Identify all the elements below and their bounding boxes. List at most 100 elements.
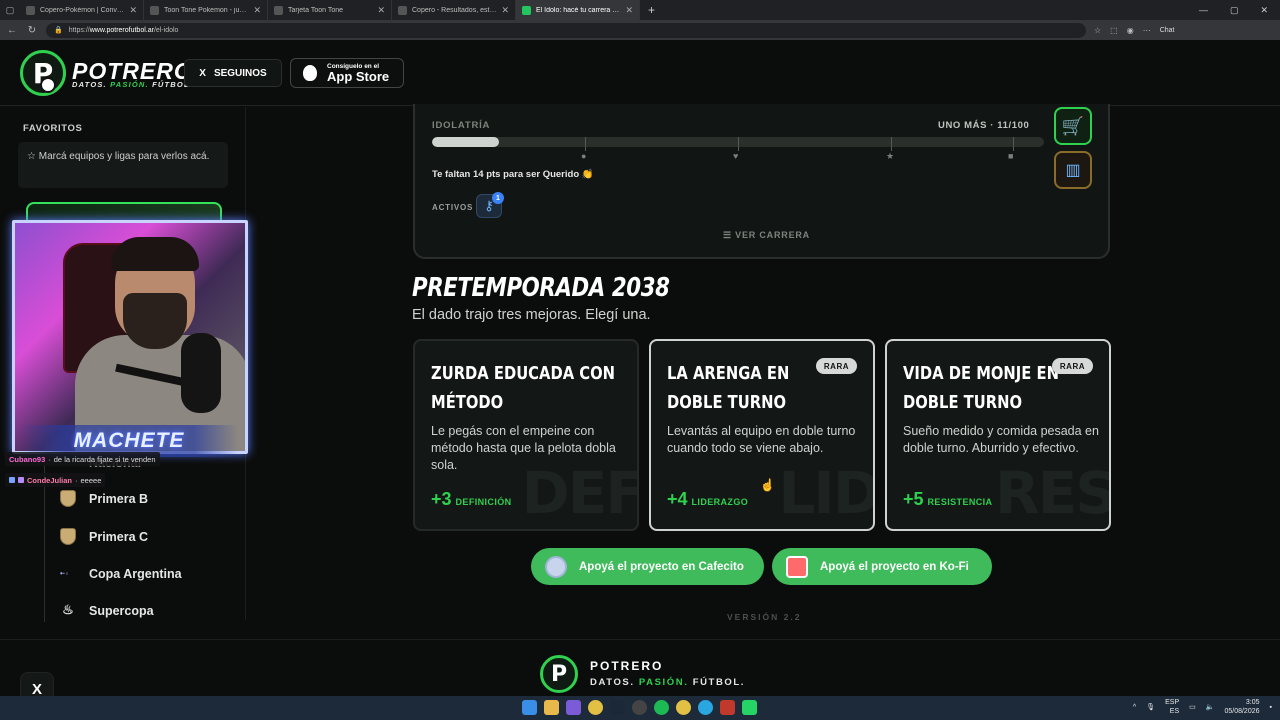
app-store-button[interactable]: Consíguelo en el App Store: [290, 58, 404, 88]
close-tab-icon[interactable]: ✕: [501, 5, 509, 16]
back-icon[interactable]: ←: [6, 25, 18, 36]
card-bg-word: RES: [994, 459, 1111, 527]
app-icon[interactable]: [720, 700, 735, 715]
card-stat: +4 LIDERAZGO: [667, 489, 748, 510]
sidebar-item-copa-argentina[interactable]: •·◦ Copa Argentina: [60, 567, 182, 581]
sidebar-item-label: Supercopa: [89, 603, 154, 618]
flame-icon: ♨: [62, 602, 74, 617]
close-tab-icon[interactable]: ✕: [625, 5, 633, 16]
network-icon[interactable]: ▭: [1189, 703, 1196, 711]
card-title: LA ARENGA EN DOBLE TURNO: [667, 359, 823, 417]
browser-tab-bar: ▢ Copero-Pokémon | Convertite en ✕ Toon T…: [0, 0, 1280, 20]
ver-carrera-label: VER CARRERA: [735, 230, 810, 240]
ver-carrera-link[interactable]: ☰ VER CARRERA: [723, 230, 810, 241]
obs-icon[interactable]: [632, 700, 647, 715]
whatsapp-icon[interactable]: [742, 700, 757, 715]
follow-x-button[interactable]: X SEGUINOS: [184, 59, 282, 87]
mic-tray-icon[interactable]: 🎙: [1146, 703, 1155, 711]
card-title-line: DOBLE TURNO: [667, 392, 787, 413]
chrome-icon[interactable]: [588, 700, 603, 715]
progress-tick: [891, 137, 892, 151]
steam-icon[interactable]: [610, 700, 625, 715]
chat-button[interactable]: Chat: [1160, 27, 1175, 34]
stat-value: +5: [903, 489, 924, 509]
streamer-hair: [111, 237, 199, 271]
browser-tab[interactable]: Toon Tone Pokemon - juego de c ✕: [144, 0, 268, 20]
extensions-icon[interactable]: ⬚: [1110, 26, 1118, 35]
card-stat: +3 DEFINICIÓN: [431, 489, 512, 510]
upgrade-card[interactable]: DEF ZURDA EDUCADA CON MÉTODO Le pegás con…: [413, 339, 639, 531]
milestone-heart-icon: ♥: [733, 151, 739, 161]
rarity-badge: RARA: [1051, 358, 1093, 374]
star-icon[interactable]: ☆: [1094, 26, 1101, 35]
menu-icon[interactable]: ⋯: [1143, 26, 1151, 35]
minimize-icon[interactable]: —: [1199, 5, 1208, 16]
stat-value: +4: [667, 489, 688, 509]
new-tab-button[interactable]: +: [640, 3, 663, 17]
close-tab-icon[interactable]: ✕: [129, 5, 137, 16]
microphone-icon: [181, 333, 221, 413]
favicon-icon: [274, 5, 283, 15]
maximize-icon[interactable]: ▢: [1230, 5, 1239, 16]
card-title-line: LA ARENGA EN: [667, 363, 790, 384]
tab-title: Copero-Pokémon | Convertite en: [40, 6, 124, 14]
preseason-title: PRETEMPORADA 2038: [412, 273, 670, 303]
tray-chevron-icon[interactable]: ^: [1133, 704, 1136, 711]
milestone-dot-icon: ●: [581, 151, 587, 161]
favorites-heading: FAVORITOS: [23, 123, 83, 134]
url-field[interactable]: 🔒 https://www.potrerofutbol.ar/el-idolo: [46, 22, 1086, 38]
chat-text: de la ricarda fijate si te venden: [53, 454, 156, 464]
card-bg-word: LID: [778, 459, 875, 527]
chat-text: eeeee: [80, 475, 102, 485]
upgrade-card[interactable]: LID LA ARENGA EN DOBLE TURNO RARA Levantá…: [649, 339, 875, 531]
follow-label: SEGUINOS: [213, 67, 267, 79]
progress-tick: [1013, 137, 1014, 151]
idol-hint: Te faltan 14 pts para ser Querido 👏: [432, 169, 594, 180]
chat-message: CondeJulian · eeeee: [5, 473, 106, 487]
kofi-button[interactable]: Apoyá el proyecto en Ko-Fi: [772, 548, 992, 585]
tab-actions-icon[interactable]: ▢: [0, 0, 20, 20]
site-tagline: DATOS. PASIÓN. FÚTBOL.: [72, 80, 193, 89]
browser-toolbar-icons: ☆ ⬚ ◉ ⋯ Chat: [1094, 26, 1175, 35]
sidebar-item-supercopa[interactable]: ♨ Supercopa: [60, 602, 154, 619]
apple-icon: [303, 65, 317, 81]
spotify-icon[interactable]: [654, 700, 669, 715]
language-indicator[interactable]: ESP ES: [1165, 698, 1179, 716]
close-tab-icon[interactable]: ✕: [253, 5, 261, 16]
footer-tagline: DATOS. PASIÓN. FÚTBOL.: [590, 677, 745, 688]
close-window-icon[interactable]: ✕: [1260, 5, 1268, 16]
list-icon: ☰: [723, 230, 736, 240]
chrome-icon[interactable]: [676, 700, 691, 715]
edge-icon[interactable]: [698, 700, 713, 715]
idol-label: IDOLATRÍA: [432, 120, 491, 131]
chat-message: Cubano93 · de la ricarda fijate si te vend…: [5, 452, 160, 466]
discord-icon[interactable]: [566, 700, 581, 715]
address-bar-row: ← ↻ 🔒 https://www.potrerofutbol.ar/el-id…: [0, 20, 1280, 40]
refresh-icon[interactable]: ↻: [26, 25, 38, 36]
dots-icon: •·◦: [60, 569, 69, 578]
tab-title: El Ídolo: hacé tu carrera en la Liga: [536, 6, 621, 14]
browser-tab[interactable]: Copero - Resultados, estadísticas ✕: [392, 0, 516, 20]
file-explorer-icon[interactable]: [544, 700, 559, 715]
browser-tab[interactable]: Tarjeta Toon Tone ✕: [268, 0, 392, 20]
shop-cart-button[interactable]: 🛒: [1054, 107, 1092, 145]
close-tab-icon[interactable]: ✕: [377, 5, 385, 16]
taskbar-apps: [522, 700, 757, 715]
profile-icon[interactable]: ◉: [1127, 26, 1134, 35]
volume-icon[interactable]: 🔈: [1206, 703, 1215, 711]
sidebar-item-primera-b[interactable]: Primera B: [60, 490, 148, 507]
cafecito-button[interactable]: Apoyá el proyecto en Cafecito: [531, 548, 764, 585]
footer-logo-icon[interactable]: P: [540, 655, 578, 693]
card-title-line: ZURDA EDUCADA CON: [431, 363, 616, 384]
browser-tab[interactable]: Copero-Pokémon | Convertite en ✕: [20, 0, 144, 20]
windows-start-icon[interactable]: [522, 700, 537, 715]
notifications-icon[interactable]: ▪: [1270, 704, 1272, 711]
mouse-cursor-icon: ☝: [760, 478, 775, 492]
clock[interactable]: 3:05 05/08/2026: [1224, 698, 1259, 716]
browser-tab-active[interactable]: El Ídolo: hacé tu carrera en la Liga ✕: [516, 0, 640, 20]
trash-button[interactable]: ▥: [1054, 151, 1092, 189]
chat-badge-icon: [9, 477, 15, 483]
card-title-line: DOBLE TURNO: [903, 392, 1023, 413]
upgrade-card[interactable]: RES VIDA DE MONJE EN DOBLE TURNO RARA Sue…: [885, 339, 1111, 531]
sidebar-item-primera-c[interactable]: Primera C: [60, 528, 148, 545]
